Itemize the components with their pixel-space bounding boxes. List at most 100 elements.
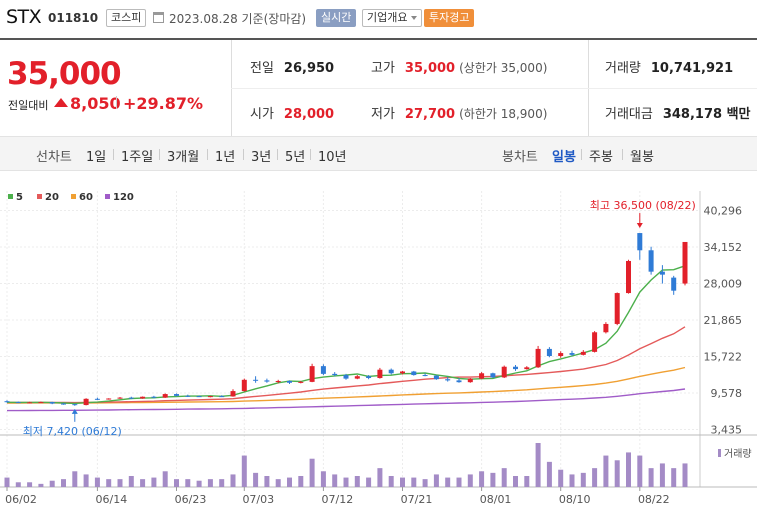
candle-body [580,351,586,355]
high-annotation: 최고 36,500 (08/22) [590,199,696,212]
ma20-line [7,326,686,404]
candlestick-chart[interactable]: 40,29634,15228,00921,86515,7229,5783,435… [0,171,757,511]
volume-stat: 거래량 10,741,921 [605,57,733,76]
volume-bar [671,468,677,487]
period-3months[interactable]: 3개월 [167,146,199,165]
company-info-dropdown[interactable]: 기업개요 [362,9,423,27]
market-badge: 코스피 [106,9,147,27]
volume-bar [298,476,304,487]
volume-bar [479,471,485,487]
candle-body [15,402,21,404]
candle-body [309,366,315,382]
volume-bar [422,479,428,487]
volume-bar [4,477,10,487]
volume-bar [513,476,518,487]
candle-body [27,402,33,404]
volume-bar [185,479,191,487]
period-10years[interactable]: 10년 [318,146,347,165]
candle-body [128,397,134,399]
high-label: 고가 [371,61,395,76]
line-chart-label: 선차트 [36,150,72,165]
period-1week[interactable]: 1주일 [121,146,153,165]
amount-stat: 거래대금 348,178 백만 [605,103,751,122]
candle-body [38,402,44,404]
y-tick-label: 21,865 [704,314,743,327]
candle-body [264,380,270,382]
period-separator [622,149,623,160]
candle-body [637,233,643,251]
candle-body [682,241,688,284]
low-annotation: 최저 7,420 (06/12) [23,425,122,438]
low-price: 저가 27,700 (하한가 18,900) [371,103,547,122]
open-value: 28,000 [283,107,335,122]
candle-body [569,353,575,355]
candle-weekly[interactable]: 주봉 [589,146,613,165]
candle-body [603,323,609,333]
volume-bar [377,468,383,487]
candle-body [61,403,66,405]
volume-bar [569,474,575,487]
high-arrow-icon [636,223,643,229]
change-label: 전일대비 [8,99,49,112]
candle-body [513,366,518,370]
period-3years[interactable]: 3년 [251,146,271,165]
candle-body [422,375,428,377]
volume-bar [207,479,213,487]
prev-close-label: 전일 [250,61,274,76]
candle-body [174,394,179,396]
candle-body [648,250,654,272]
volume-bar [467,474,473,487]
ma120-line [7,388,686,412]
x-tick-label: 07/12 [322,493,354,506]
open-price: 시가 28,000 [250,103,334,122]
low-arrow-icon [71,408,78,414]
candle-body [196,396,202,398]
candle-body [546,348,552,357]
volume-bar [366,477,372,487]
volume-bar [682,463,688,487]
volume-bar [241,455,247,487]
volume-bar [219,479,225,487]
period-5years[interactable]: 5년 [285,146,305,165]
volume-bar [309,458,315,487]
upper-limit-note: (상한가 35,000) [459,61,548,75]
period-1day[interactable]: 1일 [86,146,106,165]
candle-monthly[interactable]: 월봉 [630,146,654,165]
candle-body [185,395,191,397]
candle-body [456,380,462,383]
volume-bar [27,482,33,487]
ma5-line [6,265,686,405]
candle-body [445,379,451,381]
volume-bar [230,474,236,487]
investment-warning-badge[interactable]: 투자경고 [424,9,475,27]
volume-bar [15,482,21,487]
y-tick-label: 9,578 [711,387,743,400]
stock-name: STX [6,6,42,28]
candle-body [467,378,473,383]
candle-body [106,398,112,400]
company-info-label: 기업개요 [367,11,408,24]
amount-value: 348,178 백만 [662,107,751,122]
candle-body [162,394,168,398]
x-tick-label: 07/03 [242,493,274,506]
period-separator [207,149,208,160]
candle-daily[interactable]: 일봉 [552,146,576,165]
change-value: 8,050 [70,94,121,113]
volume-bar [400,477,405,487]
x-tick-label: 08/01 [480,493,512,506]
candle-body [592,332,598,352]
period-separator [159,149,160,160]
volume-bar [38,483,44,487]
prev-close-value: 26,950 [283,61,335,76]
period-1year[interactable]: 1년 [215,146,235,165]
candle-body [535,348,541,368]
candle-body [320,366,326,374]
volume-bar [411,477,417,487]
x-tick-label: 07/21 [401,493,433,506]
candle-body [241,379,247,392]
realtime-button[interactable]: 실시간 [316,9,357,27]
up-arrow-icon [54,98,68,107]
volume-bar [253,472,259,487]
volume-bar [174,479,179,487]
calendar-icon [153,12,164,23]
